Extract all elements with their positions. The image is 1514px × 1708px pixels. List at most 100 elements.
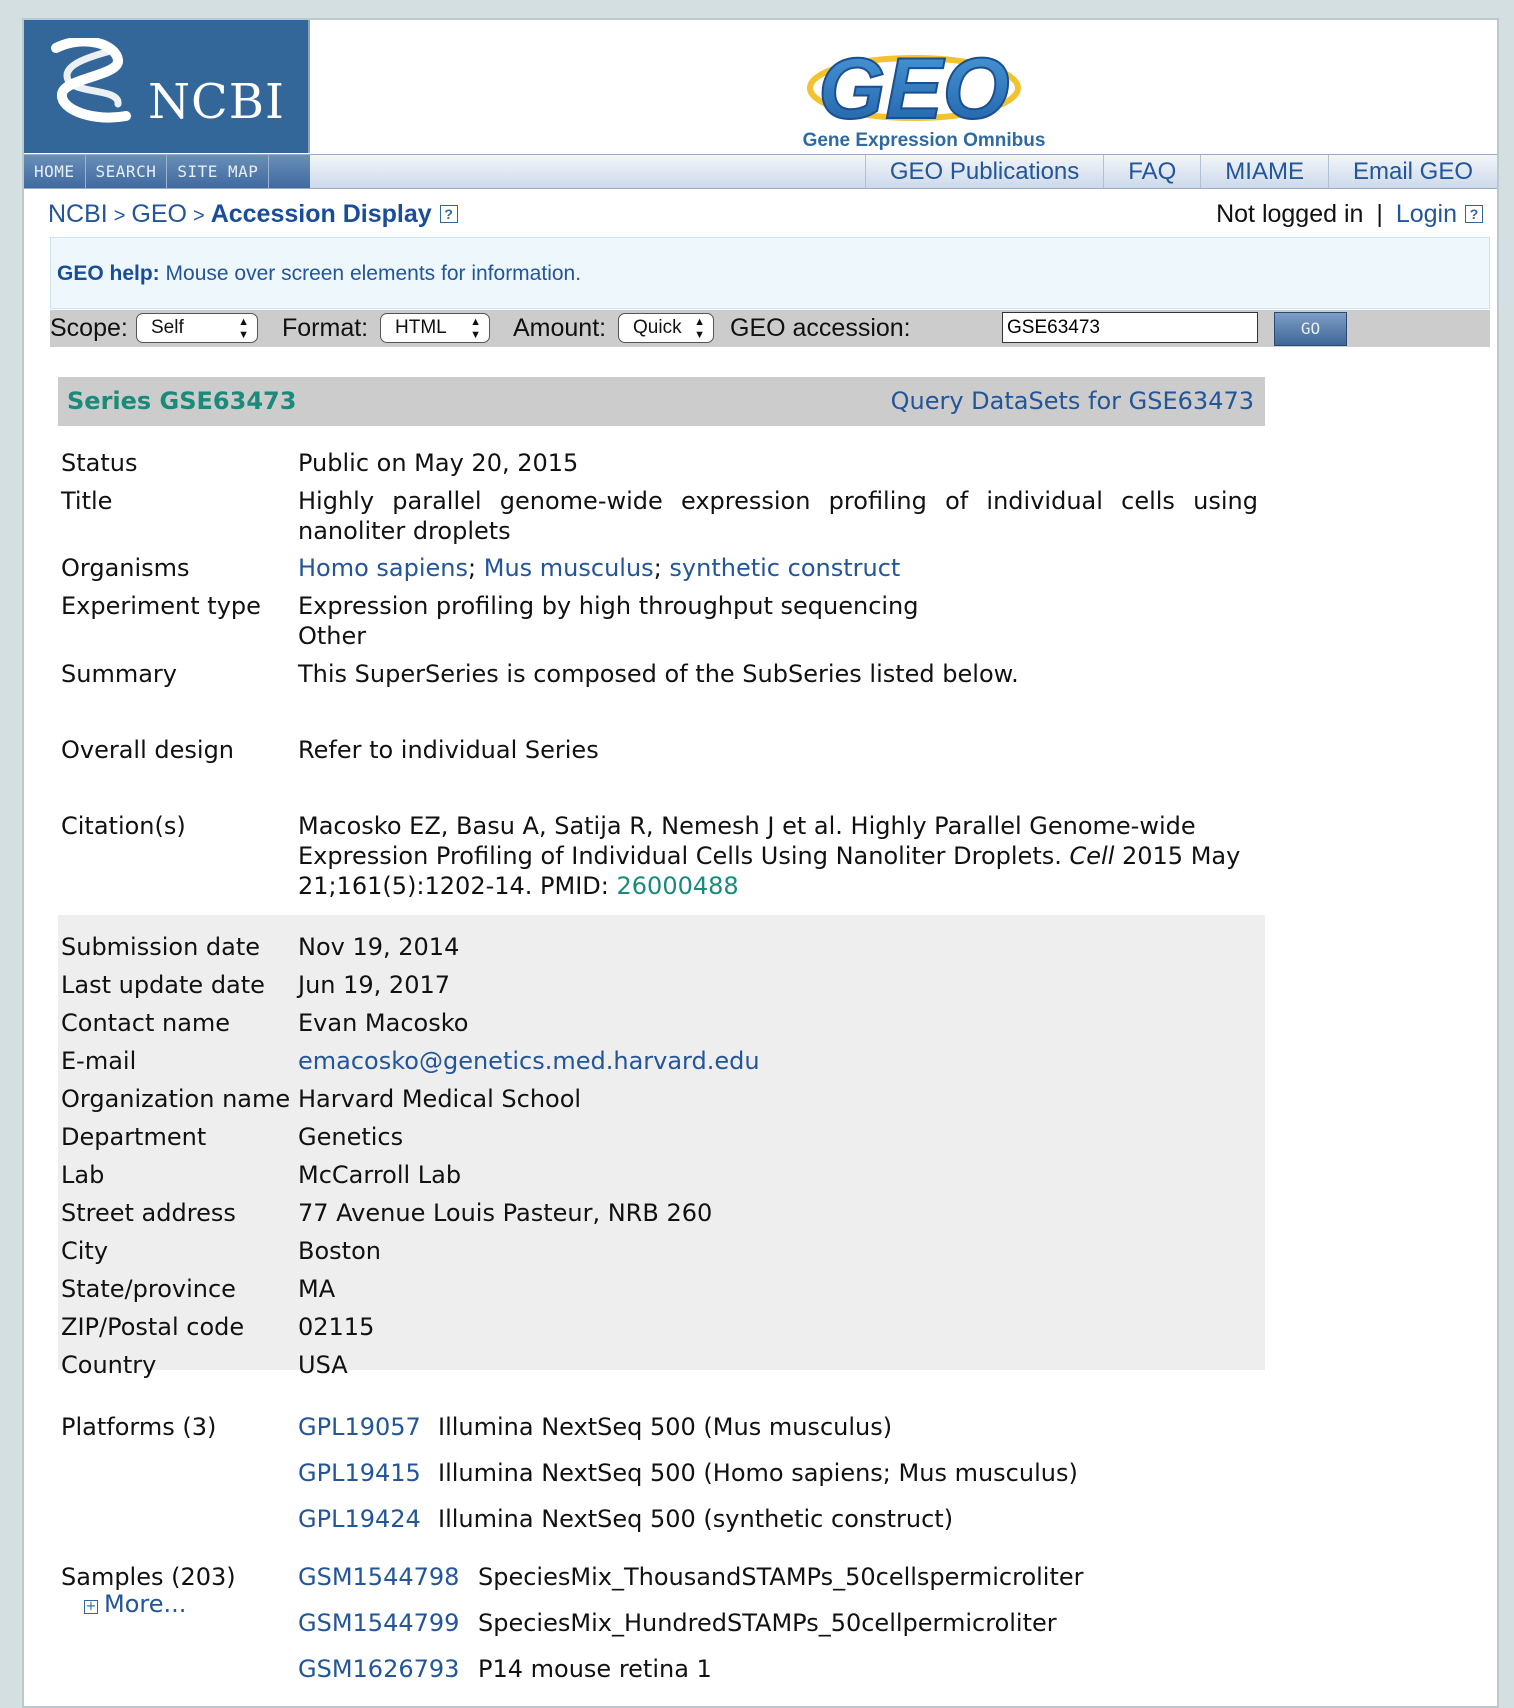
format-select-value: HTML <box>395 317 447 338</box>
more-samples-label: More... <box>104 1590 187 1618</box>
select-arrows-icon: ▲ ▼ <box>694 316 705 341</box>
status-value: Public on May 20, 2015 <box>298 449 579 477</box>
help-icon[interactable]: ? <box>439 205 458 223</box>
breadcrumb: NCBI > GEO > Accession Display? <box>48 200 458 229</box>
contact-label: Lab <box>61 1161 105 1189</box>
contact-label: ZIP/Postal code <box>61 1313 245 1341</box>
contact-value: Jun 19, 2017 <box>298 971 451 999</box>
format-label: Format: <box>282 314 369 342</box>
miame-link[interactable]: MIAME <box>1200 155 1328 188</box>
amount-label: Amount: <box>513 314 607 342</box>
overall-design-value: Refer to individual Series <box>298 736 599 764</box>
contact-label: Organization name <box>61 1085 291 1113</box>
platform-id-link[interactable]: GPL19415 <box>298 1458 421 1488</box>
title-label: Title <box>61 487 113 515</box>
amount-select[interactable]: Quick ▲ ▼ <box>618 313 714 343</box>
citation-text: 21;161(5):1202-14. PMID: <box>298 872 617 900</box>
contact-value: 77 Avenue Louis Pasteur, NRB 260 <box>298 1199 713 1227</box>
citation-value: Macosko EZ, Basu A, Satija R, Nemesh J e… <box>298 811 1258 901</box>
breadcrumb-ncbi-link[interactable]: NCBI <box>48 200 108 228</box>
platform-id-link[interactable]: GPL19424 <box>298 1504 421 1534</box>
geo-logo-graphic: GEO <box>807 40 1021 138</box>
login-area: Not logged in | Login? <box>1216 200 1483 229</box>
sample-id-link[interactable]: GSM1544798 <box>298 1562 459 1592</box>
geo-links: GEO Publications FAQ MIAME Email GEO <box>864 155 1497 188</box>
experiment-type-item: Expression profiling by high throughput … <box>298 592 919 620</box>
status-label: Status <box>61 449 138 477</box>
summary-label: Summary <box>61 660 177 688</box>
geo-logo[interactable]: GEO Gene Expression Omnibus <box>764 30 1064 155</box>
summary-value: This SuperSeries is composed of the SubS… <box>298 660 1019 688</box>
citation-text: Macosko EZ, Basu A, Satija R, Nemesh J e… <box>298 812 1196 840</box>
organism-separator: ; <box>468 554 477 582</box>
organism-link-synthetic-construct[interactable]: synthetic construct <box>669 554 900 582</box>
citation-label: Citation(s) <box>61 812 186 840</box>
geo-help-label: GEO help: <box>57 262 160 285</box>
scope-label: Scope: <box>50 314 128 342</box>
faq-link[interactable]: FAQ <box>1103 155 1200 188</box>
citation-text: 2015 May <box>1114 842 1241 870</box>
platform-description: Illumina NextSeq 500 (Mus musculus) <box>438 1413 893 1441</box>
contact-value: Genetics <box>298 1123 404 1151</box>
platforms-label: Platforms (3) <box>61 1413 217 1441</box>
organism-link-homo-sapiens[interactable]: Homo sapiens <box>298 554 468 582</box>
breadcrumb-separator: > <box>193 205 205 227</box>
citation-journal: Cell <box>1069 842 1115 870</box>
experiment-type-label: Experiment type <box>61 592 261 620</box>
contact-value: Nov 19, 2014 <box>298 933 460 961</box>
home-link[interactable]: HOME <box>24 155 86 188</box>
contact-value: McCarroll Lab <box>298 1161 462 1189</box>
overall-design-label: Overall design <box>61 736 235 764</box>
ncbi-logo[interactable]: NCBI <box>24 20 310 153</box>
site-map-link[interactable]: SITE MAP <box>167 155 270 188</box>
email-link[interactable]: emacosko@genetics.med.harvard.edu <box>298 1046 1258 1076</box>
experiment-type-item: Other <box>298 622 367 650</box>
login-separator: | <box>1376 200 1383 228</box>
format-select[interactable]: HTML ▲ ▼ <box>380 313 490 343</box>
contact-value: 02115 <box>298 1313 375 1341</box>
go-button[interactable]: GO <box>1274 312 1347 346</box>
scope-select[interactable]: Self ▲ ▼ <box>136 313 258 343</box>
platform-description: Illumina NextSeq 500 (synthetic construc… <box>438 1505 954 1533</box>
geo-publications-link[interactable]: GEO Publications <box>864 155 1103 188</box>
expand-plus-icon: + <box>84 1599 98 1614</box>
citation-text: Expression Profiling of Individual Cells… <box>298 842 1070 870</box>
sample-description: SpeciesMix_ThousandSTAMPs_50cellspermicr… <box>478 1563 1084 1591</box>
ncbi-logo-text: NCBI <box>148 74 285 130</box>
email-geo-link[interactable]: Email GEO <box>1327 155 1497 188</box>
organisms-label: Organisms <box>61 554 190 582</box>
query-datasets-link[interactable]: Query DataSets for GSE63473 <box>891 387 1254 415</box>
contact-label: City <box>61 1237 109 1265</box>
more-samples-link[interactable]: + More... <box>84 1590 186 1618</box>
pmid-link[interactable]: 26000488 <box>617 872 739 900</box>
contact-label: Street address <box>61 1199 236 1227</box>
page: NCBI GEO Gene Expression Omnibus HOME SE… <box>22 18 1499 1708</box>
title-value: Highly parallel genome-wide expression p… <box>298 487 1258 545</box>
geo-accession-input[interactable] <box>1002 312 1258 343</box>
series-header: Series GSE63473 Query DataSets for GSE63… <box>58 377 1265 426</box>
organism-separator: ; <box>653 554 662 582</box>
contact-label: Submission date <box>61 933 261 961</box>
samples-label: Samples (203) <box>61 1563 236 1591</box>
search-link[interactable]: SEARCH <box>86 155 168 188</box>
sample-id-link[interactable]: GSM1626793 <box>298 1654 459 1684</box>
contact-label: Department <box>61 1123 207 1151</box>
search-controls: Scope: Self ▲ ▼ Format: HTML ▲ ▼ Amount: Q… <box>50 310 1490 347</box>
sample-description: SpeciesMix_HundredSTAMPs_50cellpermicrol… <box>478 1609 1057 1637</box>
geo-accession-label: GEO accession: <box>730 314 911 342</box>
login-link[interactable]: Login <box>1396 200 1457 228</box>
platform-id-link[interactable]: GPL19057 <box>298 1412 421 1442</box>
contact-label: State/province <box>61 1275 236 1303</box>
experiment-type-value: Expression profiling by high throughput … <box>298 591 1258 651</box>
geo-subtitle: Gene Expression Omnibus <box>802 130 1046 151</box>
login-help-icon[interactable]: ? <box>1465 205 1483 223</box>
sample-id-link[interactable]: GSM1544799 <box>298 1608 459 1638</box>
breadcrumb-geo-link[interactable]: GEO <box>131 200 187 228</box>
breadcrumb-separator: > <box>113 205 126 227</box>
organism-link-mus-musculus[interactable]: Mus musculus <box>484 554 654 582</box>
contact-label: Contact name <box>61 1009 231 1037</box>
geo-logo-text: GEO <box>818 41 1009 130</box>
breadcrumb-current: Accession Display <box>210 200 432 228</box>
sample-description: P14 mouse retina 1 <box>478 1655 712 1683</box>
series-title: Series GSE63473 <box>67 387 297 415</box>
